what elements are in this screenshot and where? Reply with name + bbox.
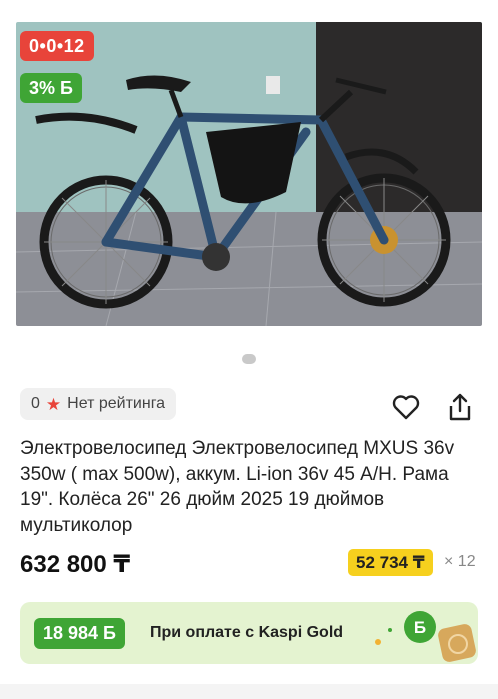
bottom-bar (0, 684, 498, 699)
svg-text:Б: Б (414, 618, 426, 637)
rating-count: 0 (31, 395, 40, 412)
product-price: 632 800 ₸ (20, 551, 131, 578)
product-photo[interactable] (16, 22, 482, 326)
installment-amount[interactable]: 52 734 ₸ (348, 549, 433, 576)
star-icon: ★ (45, 394, 62, 414)
share-icon (449, 393, 471, 421)
rating-label: Нет рейтинга (67, 395, 166, 412)
timer-badge: 0•0•12 (20, 31, 94, 61)
kaspi-bonus-icon: Б (375, 611, 476, 662)
share-button[interactable] (444, 391, 476, 423)
kaspi-gold-banner[interactable]: 18 984 Б При оплате с Kaspi Gold Б (20, 602, 478, 664)
installment-multiplier: × 12 (444, 553, 476, 570)
heart-icon (392, 395, 420, 420)
kaspi-gold-bonus: 18 984 Б (34, 618, 125, 649)
rating-chip[interactable]: 0 ★ Нет рейтинга (20, 388, 177, 420)
gallery-pager-dot[interactable] (242, 354, 256, 364)
bonus-percent-badge: 3% Б (20, 73, 82, 103)
product-gallery[interactable]: 0•0•12 3% Б (0, 0, 498, 364)
bicycle-image (16, 22, 482, 326)
product-title: Электровелосипед Электровелосипед MXUS 3… (20, 438, 455, 536)
kaspi-gold-text: При оплате с Kaspi Gold (150, 624, 344, 641)
favorite-button[interactable] (390, 391, 422, 423)
